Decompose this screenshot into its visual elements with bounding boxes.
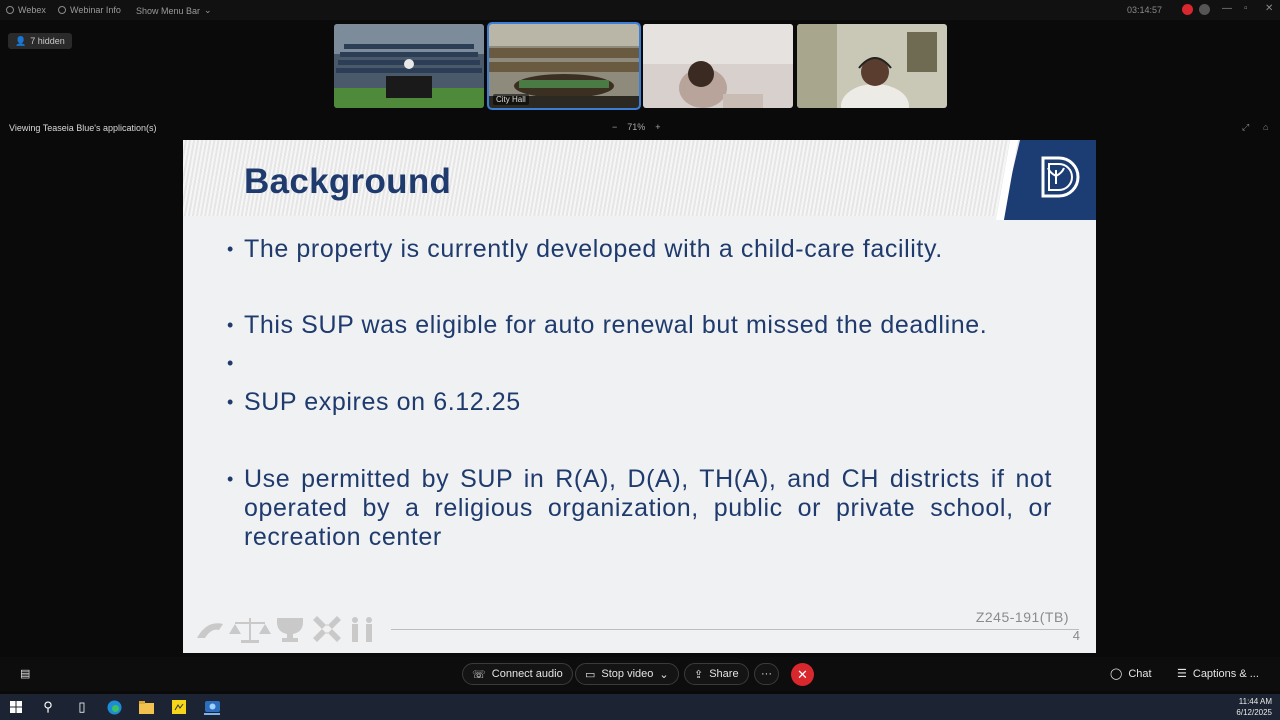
sticky-notes-icon[interactable] xyxy=(171,699,187,715)
leave-meeting-button[interactable]: ✕ xyxy=(791,663,814,686)
participant-video xyxy=(643,24,793,108)
file-icon[interactable]: ▯ xyxy=(74,699,90,715)
captions-icon: ☰ xyxy=(1177,668,1187,680)
bullet-dot: • xyxy=(227,239,234,259)
person-icon xyxy=(352,624,358,642)
connect-audio-button[interactable]: ☏ Connect audio xyxy=(462,663,573,685)
video-thumbnail-city-hall[interactable]: City Hall xyxy=(487,22,641,110)
more-icon: ··· xyxy=(761,668,772,680)
captions-label: Captions & ... xyxy=(1192,667,1259,680)
chat-button[interactable]: ◯ Chat xyxy=(1110,667,1152,681)
chamber-video xyxy=(334,24,484,108)
scales-icon xyxy=(229,618,271,643)
bullet-dot: • xyxy=(227,469,234,489)
footer-icons xyxy=(197,616,372,643)
hidden-participants-label: 7 hidden xyxy=(30,36,65,46)
city-logo-icon xyxy=(1041,156,1080,198)
chevron-down-icon[interactable]: ⌄ xyxy=(659,668,668,681)
expand-icon[interactable]: ⤢ xyxy=(1242,122,1249,133)
recording-icon[interactable] xyxy=(1182,4,1193,15)
speaker-video xyxy=(797,24,947,108)
minimize-icon[interactable]: — xyxy=(1222,3,1232,14)
hidden-participants-button[interactable]: 👤 7 hidden xyxy=(8,33,72,49)
video-thumbnail-speaker[interactable] xyxy=(797,24,947,108)
windows-start-icon[interactable] xyxy=(8,699,24,715)
menu-webex[interactable]: Webex xyxy=(6,5,46,15)
bullet-text: Use permitted by SUP in R(A), D(A), TH(A… xyxy=(244,465,1052,551)
close-icon[interactable]: ✕ xyxy=(1265,3,1273,14)
connect-audio-label: Connect audio xyxy=(491,668,563,680)
system-clock[interactable]: 11:44 AM 6/12/2025 xyxy=(1236,696,1272,718)
bullet-text: This SUP was eligible for auto renewal b… xyxy=(244,311,988,339)
menu-webex-label: Webex xyxy=(18,5,46,15)
hand-icon xyxy=(197,623,223,638)
edge-browser-icon[interactable] xyxy=(106,699,122,715)
knot-icon xyxy=(313,616,341,642)
file-explorer-icon[interactable] xyxy=(138,699,154,715)
shared-slide: Background • The property is currently d… xyxy=(183,140,1096,653)
slide-title: Background xyxy=(244,162,452,201)
chat-label: Chat xyxy=(1128,667,1152,680)
bullet-text: The property is currently developed with… xyxy=(244,235,943,263)
zoom-level: 71% xyxy=(627,122,646,132)
more-options-button[interactable]: ··· xyxy=(754,663,779,685)
webex-icon xyxy=(6,6,14,14)
footer-divider xyxy=(391,629,1079,630)
info-icon xyxy=(58,6,66,14)
viewing-status: Viewing Teaseia Blue's application(s) xyxy=(9,123,157,133)
meeting-timer: 03:14:57 xyxy=(1126,5,1162,15)
zoom-in-button[interactable]: + xyxy=(655,122,660,132)
lock-icon[interactable]: ⌂ xyxy=(1263,122,1268,132)
menu-show-menu-bar-label: Show Menu Bar xyxy=(136,5,201,16)
top-menu-bar: Webex Webinar Info Show Menu Bar ⌄ 03:14… xyxy=(0,0,1280,20)
clock-time: 11:44 AM xyxy=(1238,697,1272,706)
layout-icon[interactable]: ▤ xyxy=(20,667,30,680)
menu-webinar-info[interactable]: Webinar Info xyxy=(58,5,121,15)
chat-icon: ◯ xyxy=(1110,668,1123,680)
maximize-icon[interactable]: ▫ xyxy=(1244,3,1248,14)
clock-date: 6/12/2025 xyxy=(1236,708,1272,717)
bullet-dot: • xyxy=(227,315,234,335)
video-thumbnail-participant[interactable] xyxy=(643,24,793,108)
thumbnail-label: City Hall xyxy=(493,94,529,105)
stop-video-label: Stop video xyxy=(601,668,654,680)
zoom-control: − 71% + xyxy=(612,122,661,132)
captions-button[interactable]: ☰ Captions & ... xyxy=(1177,667,1259,681)
headset-icon: ☏ xyxy=(472,668,486,681)
menu-show-menu-bar[interactable]: Show Menu Bar ⌄ xyxy=(136,5,212,16)
bullet-text: SUP expires on 6.12.25 xyxy=(244,388,521,416)
meeting-controls: ▤ ☏ Connect audio ▭ Stop video ⌄ ⇪ Share… xyxy=(0,657,1280,691)
share-label: Share xyxy=(709,668,739,680)
settings-icon[interactable] xyxy=(1199,4,1210,15)
bullet-dot: • xyxy=(227,392,234,412)
slide-page-number: 4 xyxy=(1072,628,1080,643)
zoom-out-button[interactable]: − xyxy=(612,122,617,132)
webex-taskbar-icon[interactable] xyxy=(204,699,220,715)
chevron-down-icon: ⌄ xyxy=(204,5,212,15)
case-number: Z245-191(TB) xyxy=(975,609,1069,625)
menu-webinar-info-label: Webinar Info xyxy=(70,5,121,15)
trophy-icon xyxy=(277,618,303,642)
bullet-dot: • xyxy=(227,353,234,373)
video-thumbnail-chamber[interactable] xyxy=(334,24,484,108)
person-icon: 👤 xyxy=(15,35,27,46)
camera-icon: ▭ xyxy=(585,668,596,681)
search-icon[interactable]: ⚲ xyxy=(40,699,56,715)
share-icon: ⇪ xyxy=(694,668,704,681)
stop-video-button[interactable]: ▭ Stop video ⌄ xyxy=(575,663,679,685)
windows-taskbar: ⚲ ▯ 11:44 AM 6/12/2025 xyxy=(0,694,1280,720)
share-button[interactable]: ⇪ Share xyxy=(684,663,749,685)
